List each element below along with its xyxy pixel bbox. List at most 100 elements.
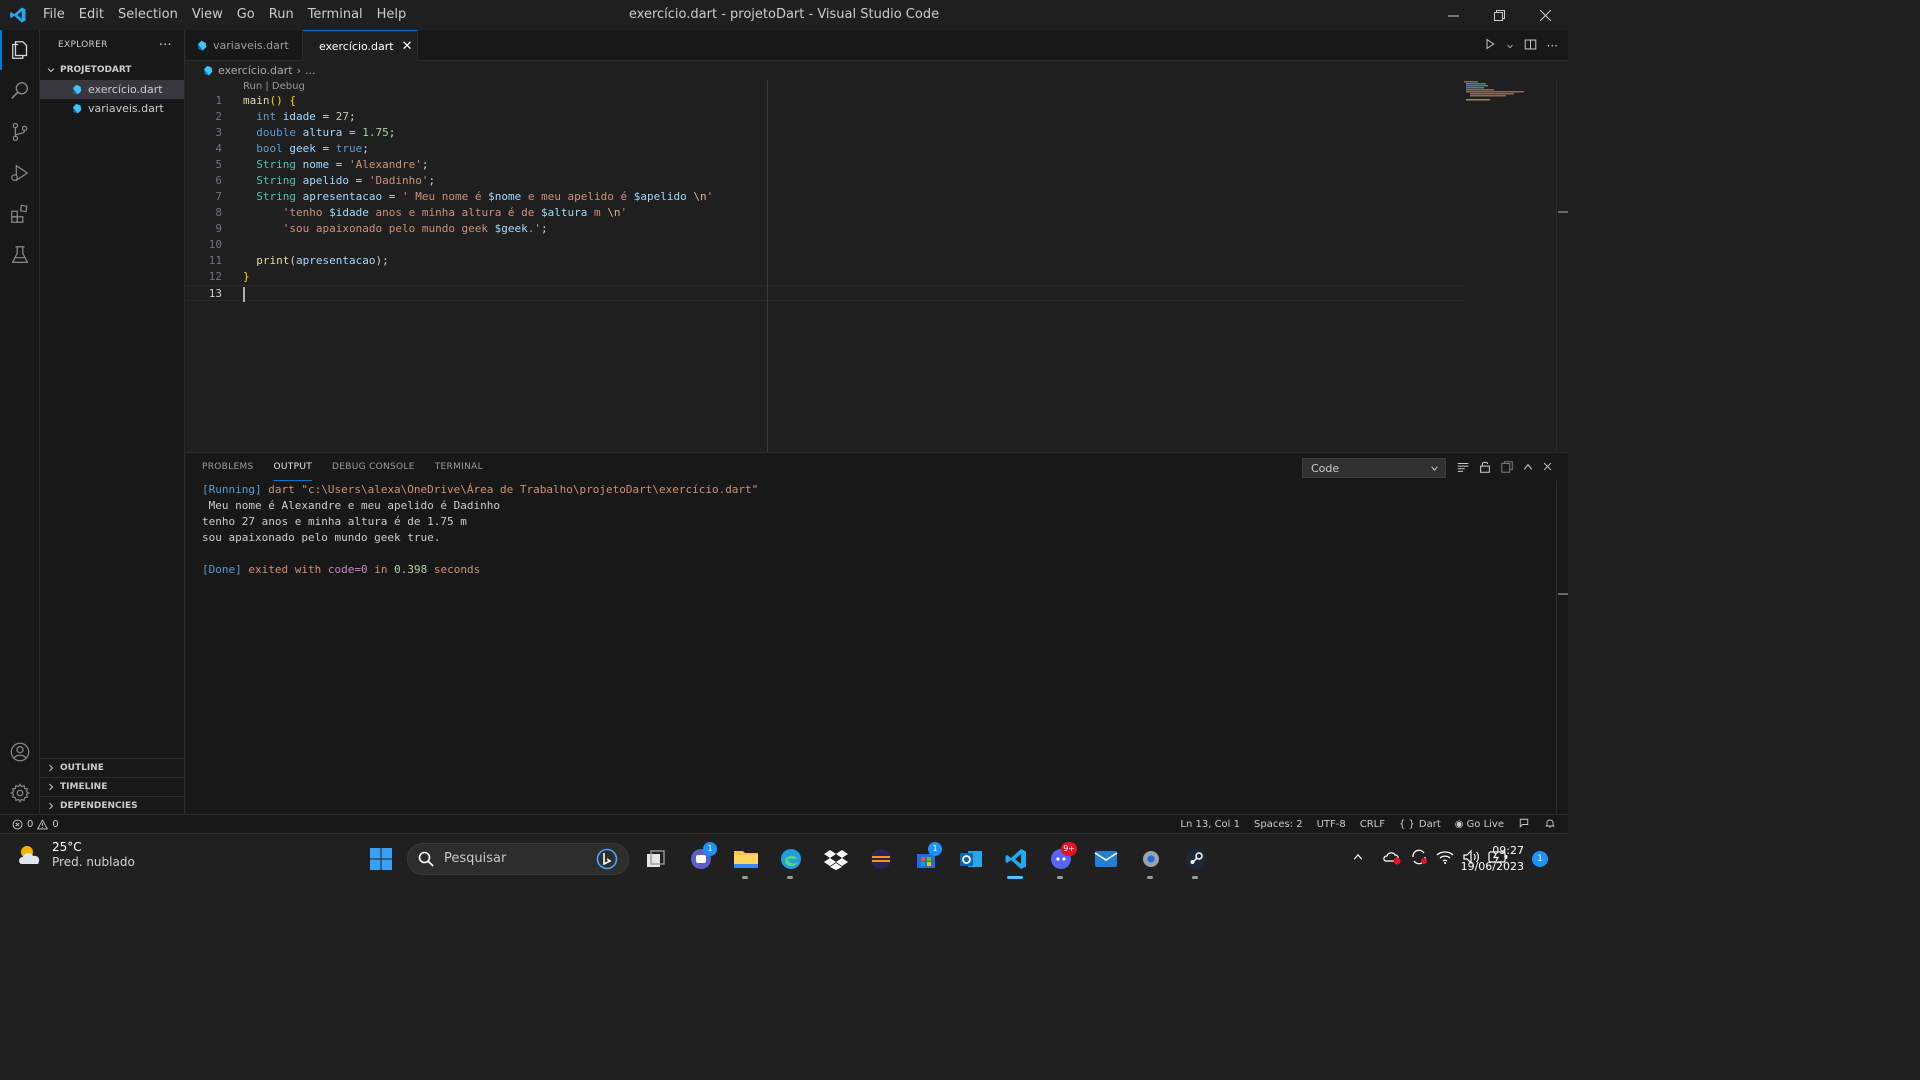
weather-description: Pred. nublado <box>52 855 135 869</box>
dropbox-icon[interactable] <box>813 834 858 883</box>
breadcrumb-symbol[interactable]: ... <box>305 64 316 77</box>
explorer-icon[interactable] <box>0 30 40 70</box>
codelens-run-debug[interactable]: Run | Debug <box>243 80 305 94</box>
steam-icon[interactable] <box>1173 834 1218 883</box>
broadcast-icon: ◉ <box>1454 819 1464 830</box>
dart-file-icon <box>73 84 82 95</box>
testing-icon[interactable] <box>0 235 40 275</box>
tab-debug-console[interactable]: DEBUG CONSOLE <box>332 453 415 481</box>
clear-output-icon[interactable] <box>1456 460 1470 477</box>
file-explorer-icon[interactable] <box>723 834 768 883</box>
vscode-taskbar-icon[interactable] <box>993 834 1038 883</box>
taskbar-search[interactable]: Pesquisar <box>407 842 629 875</box>
dart-file-icon <box>204 65 213 76</box>
close-panel-icon[interactable] <box>1542 461 1553 475</box>
open-in-editor-icon[interactable] <box>1500 460 1514 477</box>
run-file-icon[interactable] <box>1484 38 1496 53</box>
source-control-icon[interactable] <box>0 112 40 152</box>
chevron-down-icon <box>1431 465 1438 471</box>
search-icon[interactable] <box>0 71 40 111</box>
outline-section[interactable]: OUTLINE <box>40 758 185 777</box>
show-hidden-icons-chevron-icon[interactable] <box>1352 851 1364 866</box>
run-debug-icon[interactable] <box>0 153 40 193</box>
menu-terminal[interactable]: Terminal <box>301 0 370 30</box>
more-actions-icon[interactable]: ··· <box>1547 39 1558 53</box>
output-channel-select[interactable]: Code <box>1302 458 1446 478</box>
output-line: Meu nome é Alexandre e meu apelido é Dad… <box>202 499 501 512</box>
more-actions-icon[interactable]: ··· <box>159 38 172 53</box>
menu-help[interactable]: Help <box>370 0 414 30</box>
close-tab-icon[interactable]: ✕ <box>402 39 413 54</box>
accounts-icon[interactable] <box>0 732 40 772</box>
tab-output[interactable]: OUTPUT <box>273 453 313 481</box>
settings-gear-icon[interactable] <box>0 773 40 813</box>
chevron-down-icon <box>47 68 55 73</box>
panel-tabs: PROBLEMS OUTPUT DEBUG CONSOLE TERMINAL <box>202 453 483 481</box>
menu-edit[interactable]: Edit <box>72 0 111 30</box>
eclipse-icon[interactable] <box>858 834 903 883</box>
sync-icon[interactable] <box>1410 848 1428 869</box>
feedback-icon[interactable] <box>1518 817 1530 832</box>
edge-browser-icon[interactable] <box>768 834 813 883</box>
file-encoding[interactable]: UTF-8 <box>1317 819 1346 830</box>
notifications-bell-icon[interactable] <box>1544 817 1556 832</box>
running-indicator <box>742 876 748 879</box>
indentation[interactable]: Spaces: 2 <box>1254 819 1303 830</box>
tab-terminal[interactable]: TERMINAL <box>435 453 483 481</box>
panel-actions <box>1456 458 1553 478</box>
code-line: 10 <box>186 237 1466 253</box>
menu-run[interactable]: Run <box>262 0 301 30</box>
menu-file[interactable]: File <box>36 0 72 30</box>
status-bar: 0 0 Ln 13, Col 1 Spaces: 2 UTF-8 CRLF { … <box>0 814 1568 833</box>
system-clock[interactable]: 09:27 19/06/2023 <box>1461 843 1524 875</box>
microsoft-store-icon[interactable]: 1 <box>903 834 948 883</box>
timeline-section[interactable]: TIMELINE <box>40 777 185 796</box>
menu-selection[interactable]: Selection <box>111 0 185 30</box>
end-of-line[interactable]: CRLF <box>1360 819 1385 830</box>
language-label: Dart <box>1418 819 1441 830</box>
extensions-icon[interactable] <box>0 194 40 234</box>
teams-badge: 1 <box>703 842 717 856</box>
breadcrumb-file[interactable]: exercício.dart <box>218 64 293 77</box>
close-window-button[interactable] <box>1522 0 1568 30</box>
problems-status[interactable]: 0 0 <box>12 815 59 834</box>
weather-widget[interactable]: 25°C Pred. nublado <box>16 840 135 870</box>
minimap[interactable] <box>1464 80 1534 110</box>
language-mode[interactable]: { } Dart <box>1399 819 1441 830</box>
file-variaveis-dart[interactable]: variaveis.dart <box>40 99 184 118</box>
maximize-panel-icon[interactable] <box>1522 461 1534 476</box>
task-view-icon[interactable] <box>633 834 678 883</box>
code-editor[interactable]: Run | Debug 1 main() { 2 int idade = 27; … <box>186 80 1568 452</box>
teams-chat-icon[interactable]: 1 <box>678 834 723 883</box>
tab-variaveis-dart[interactable]: variaveis.dart <box>186 30 303 61</box>
cursor-position[interactable]: Ln 13, Col 1 <box>1180 819 1240 830</box>
minimize-button[interactable] <box>1430 0 1476 30</box>
outlook-icon[interactable] <box>948 834 993 883</box>
restore-button[interactable] <box>1476 0 1522 30</box>
settings-app-icon[interactable] <box>1128 834 1173 883</box>
editor-scrollbar[interactable] <box>1556 80 1568 452</box>
panel-scrollbar[interactable] <box>1556 481 1568 815</box>
mail-icon[interactable] <box>1083 834 1128 883</box>
go-live-button[interactable]: ◉ Go Live <box>1455 819 1504 830</box>
tab-exercicio-dart[interactable]: exercício.dart ✕ <box>303 30 418 61</box>
timeline-label: TIMELINE <box>60 782 108 792</box>
editor-tabs: variaveis.dart exercício.dart ✕ ··· <box>186 30 1568 61</box>
notification-center-badge[interactable]: 1 <box>1532 851 1548 867</box>
file-exercicio-dart[interactable]: exercício.dart <box>40 80 184 99</box>
explorer-sidebar: EXPLORER ··· PROJETODART exercício.dart … <box>40 30 185 814</box>
chevron-down-icon[interactable] <box>1506 39 1514 53</box>
menu-view[interactable]: View <box>185 0 230 30</box>
start-button[interactable] <box>358 834 403 883</box>
lock-scroll-icon[interactable] <box>1478 460 1492 477</box>
menu-go[interactable]: Go <box>230 0 262 30</box>
running-tag: [Running] <box>202 483 262 496</box>
discord-icon[interactable]: 9+ <box>1038 834 1083 883</box>
line-number: 11 <box>208 254 222 267</box>
dependencies-section[interactable]: DEPENDENCIES <box>40 796 185 815</box>
wifi-icon[interactable] <box>1436 849 1454 868</box>
onedrive-error-icon[interactable] <box>1382 849 1402 868</box>
project-folder[interactable]: PROJETODART <box>40 60 184 80</box>
split-editor-icon[interactable] <box>1524 38 1537 54</box>
tab-problems[interactable]: PROBLEMS <box>202 453 254 481</box>
